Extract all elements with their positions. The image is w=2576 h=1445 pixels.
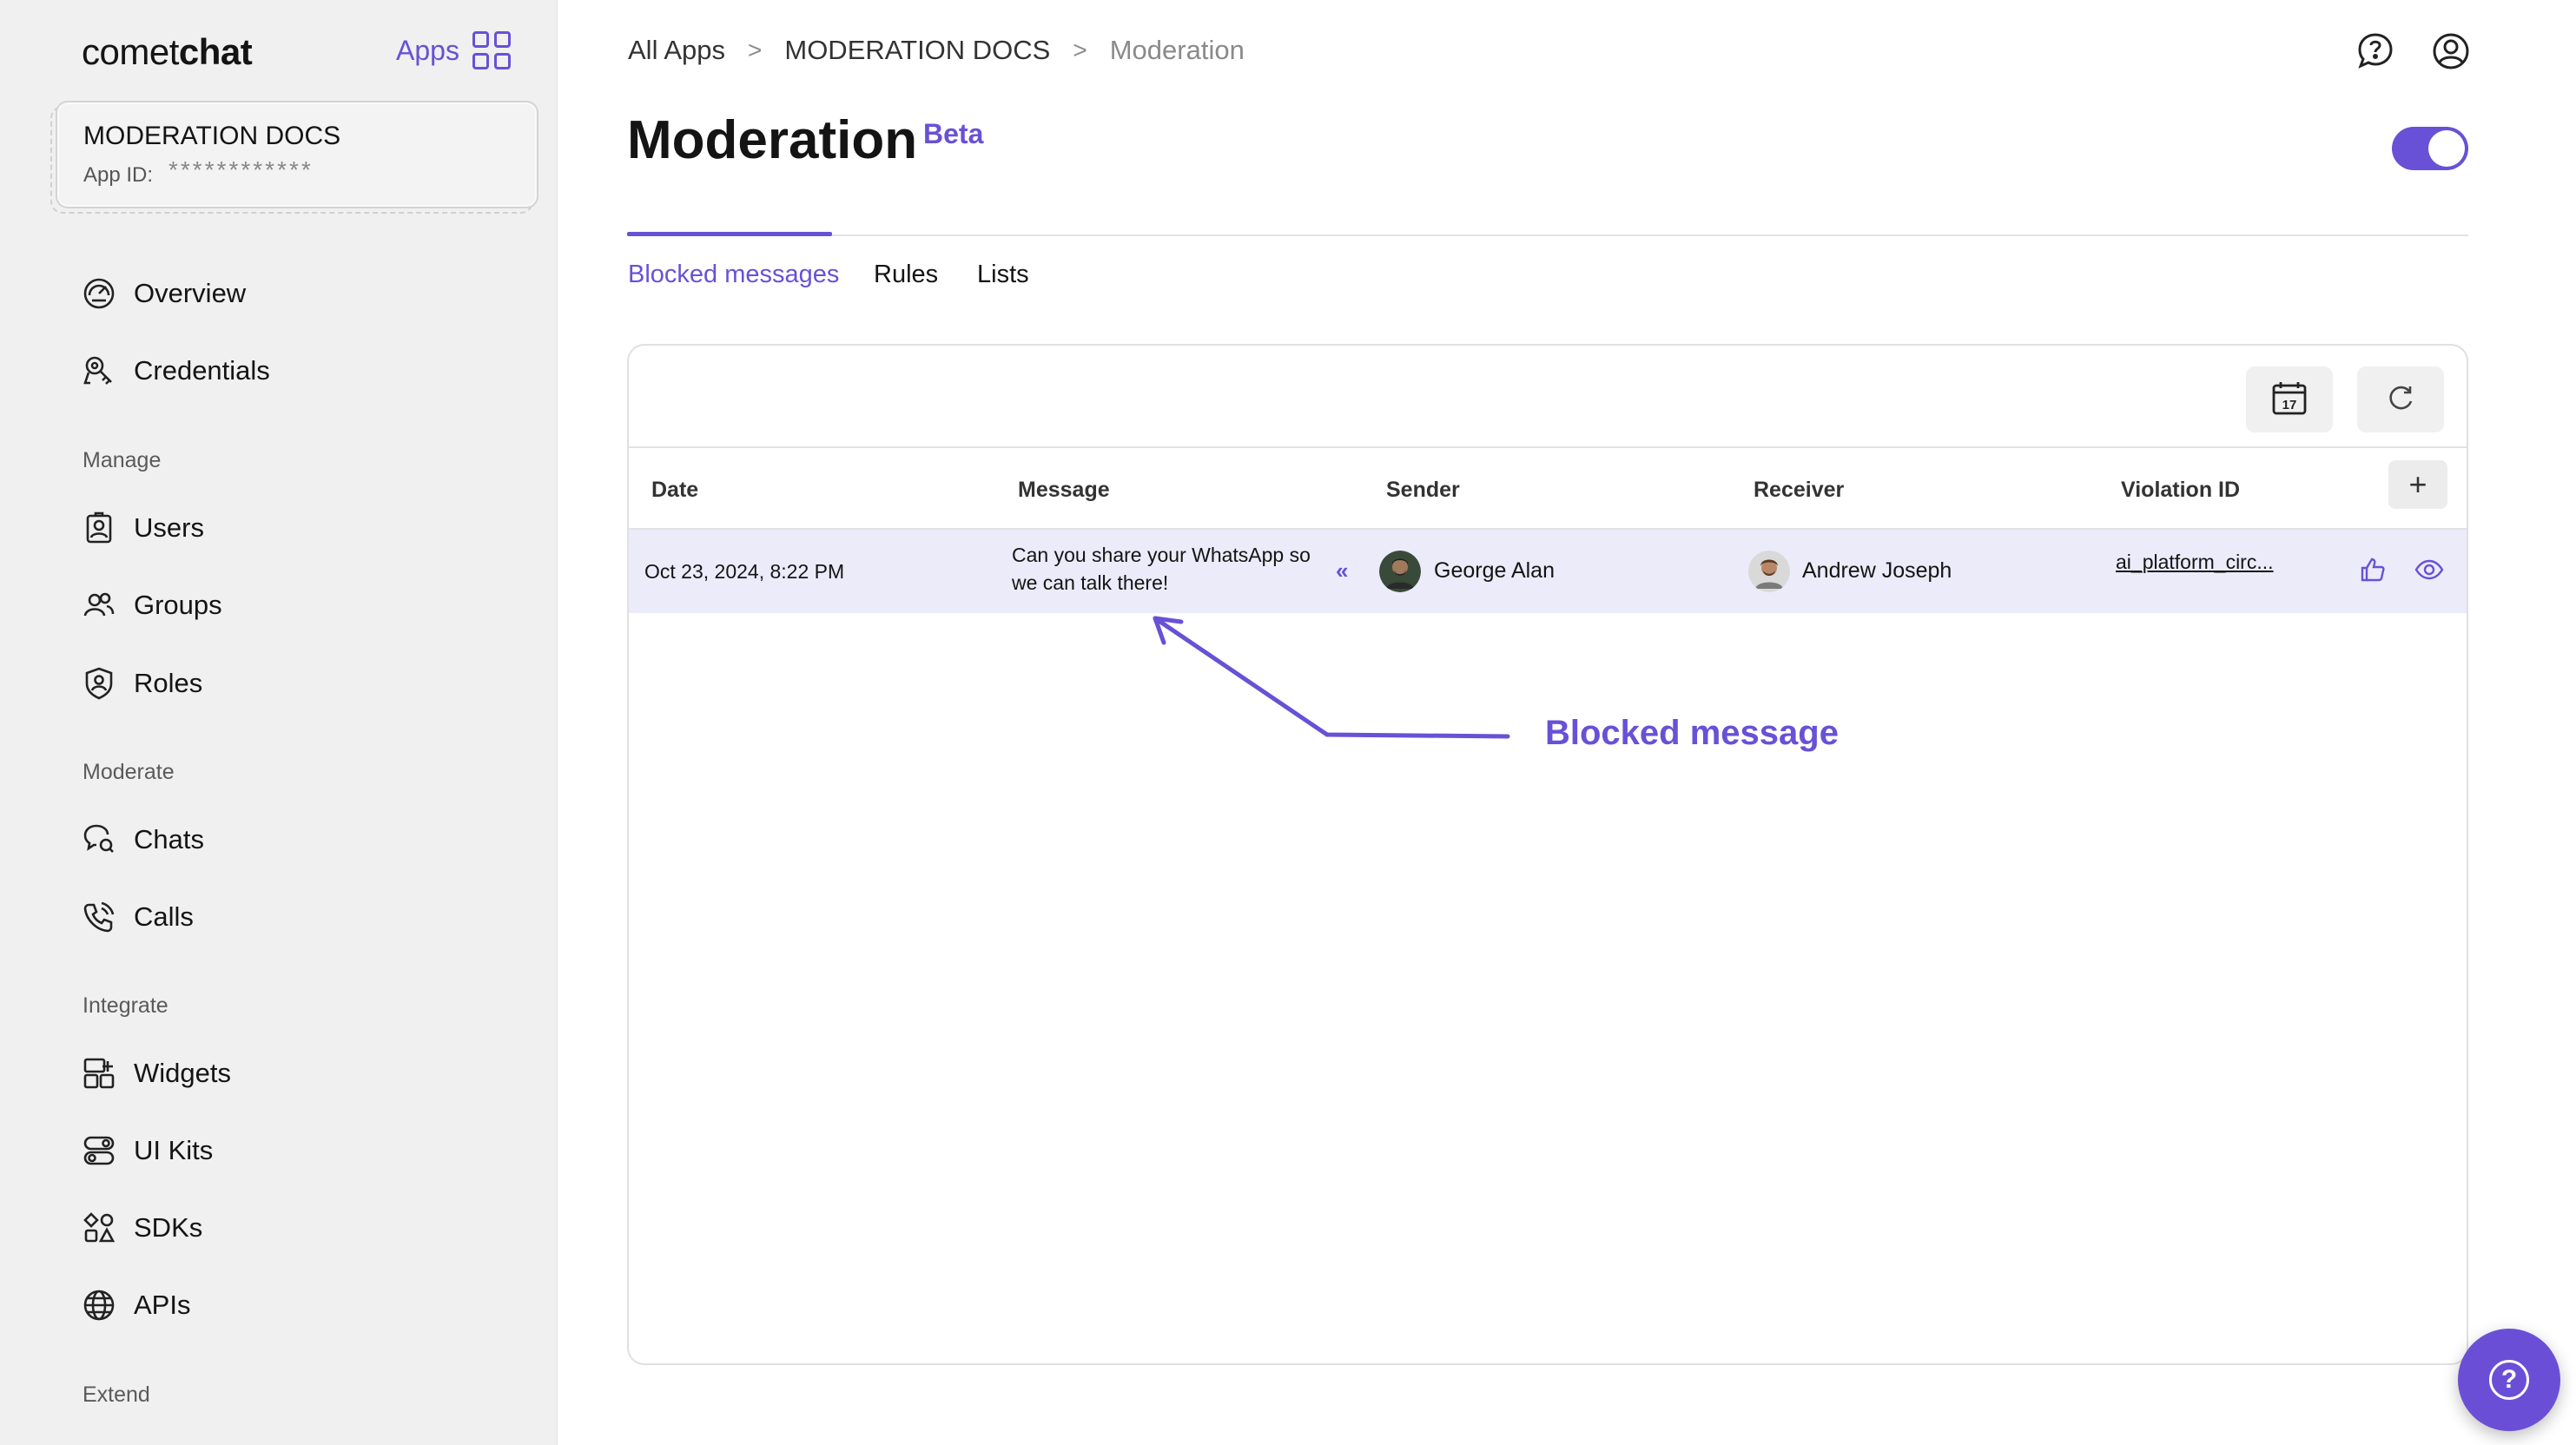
- widget-icon: [82, 1056, 116, 1091]
- app-id-label: App ID:: [83, 163, 154, 187]
- row-violation-id[interactable]: ai_platform_circ...: [2116, 551, 2274, 574]
- sidebar-item-label: Credentials: [134, 355, 270, 386]
- sidebar-item-users[interactable]: Users: [82, 507, 204, 549]
- chat-search-icon: [82, 822, 116, 857]
- sidebar-item-calls[interactable]: Calls: [82, 896, 194, 938]
- sidebar-item-apis[interactable]: APIs: [82, 1284, 190, 1326]
- sender-avatar: [1379, 551, 1421, 592]
- sidebar-item-label: Roles: [134, 668, 203, 698]
- active-tab-indicator: [627, 232, 832, 236]
- section-moderate: Moderate: [83, 760, 175, 784]
- annotation-arrow: [1153, 616, 1510, 739]
- column-sender[interactable]: Sender: [1386, 478, 1460, 503]
- users-icon: [82, 588, 116, 623]
- approve-thumbs-up-icon[interactable]: [2359, 556, 2387, 588]
- sidebar: cometchat Apps MODERATION DOCS App ID: *…: [0, 0, 558, 1445]
- breadcrumb-app[interactable]: MODERATION DOCS: [784, 35, 1050, 66]
- column-receiver[interactable]: Receiver: [1754, 478, 1844, 503]
- sidebar-item-label: APIs: [134, 1290, 191, 1320]
- column-date[interactable]: Date: [651, 478, 698, 503]
- toggle-knob: [2428, 130, 2465, 167]
- blocked-messages-panel: 17 Date Message Sender Receiver Violatio…: [627, 344, 2468, 1365]
- tabs-divider: [627, 234, 2468, 236]
- add-column-button[interactable]: +: [2388, 460, 2447, 509]
- sidebar-item-groups[interactable]: Groups: [82, 584, 222, 626]
- sidebar-item-widgets[interactable]: Widgets: [82, 1052, 231, 1094]
- refresh-button[interactable]: [2357, 366, 2444, 432]
- sidebar-item-label: Users: [134, 512, 204, 543]
- row-message-line-2: we can talk there!: [1012, 571, 1169, 594]
- sidebar-item-label: Chats: [134, 824, 204, 854]
- sidebar-item-label: SDKs: [134, 1212, 203, 1243]
- question-icon: ?: [2489, 1360, 2529, 1400]
- section-integrate: Integrate: [83, 993, 168, 1018]
- view-eye-icon[interactable]: [2414, 556, 2444, 588]
- refresh-icon: [2385, 382, 2416, 418]
- sidebar-item-ui-kits[interactable]: UI Kits: [82, 1130, 213, 1171]
- moderation-toggle[interactable]: [2392, 127, 2468, 170]
- sidebar-item-label: Overview: [134, 278, 247, 308]
- annotation-label: Blocked message: [1545, 714, 1839, 752]
- sidebar-item-label: Groups: [134, 590, 222, 620]
- sidebar-item-label: Widgets: [134, 1058, 231, 1088]
- app-card[interactable]: [56, 101, 538, 208]
- sidebar-item-credentials[interactable]: Credentials: [82, 350, 270, 392]
- cometchat-logo[interactable]: cometchat: [82, 31, 253, 73]
- sidebar-item-label: Calls: [134, 901, 194, 932]
- app-id-value[interactable]: ************: [168, 156, 314, 184]
- section-manage: Manage: [83, 448, 162, 472]
- section-extend: Extend: [83, 1382, 150, 1407]
- account-icon[interactable]: [2431, 31, 2471, 71]
- help-button[interactable]: ?: [2458, 1329, 2560, 1431]
- table-header: Date Message Sender Receiver Violation I…: [629, 446, 2467, 530]
- sidebar-item-chats[interactable]: Chats: [82, 819, 204, 861]
- row-receiver: Andrew Joseph: [1802, 558, 1952, 583]
- sidebar-item-roles[interactable]: Roles: [82, 663, 202, 704]
- sidebar-item-label: UI Kits: [134, 1135, 214, 1165]
- row-sender: George Alan: [1434, 558, 1555, 583]
- row-message-line-1: Can you share your WhatsApp so: [1012, 544, 1311, 566]
- tab-rules[interactable]: Rules: [874, 261, 938, 289]
- beta-badge: Beta: [923, 118, 984, 149]
- breadcrumb-separator: >: [1073, 36, 1087, 63]
- expand-message-button[interactable]: «: [1336, 558, 1348, 584]
- date-filter-button[interactable]: 17: [2246, 366, 2333, 432]
- breadcrumb-current: Moderation: [1109, 35, 1245, 65]
- breadcrumb-separator: >: [748, 36, 763, 63]
- help-chat-icon[interactable]: [2355, 31, 2395, 71]
- user-badge-icon: [82, 511, 116, 545]
- phone-icon: [82, 900, 116, 934]
- table-row[interactable]: Oct 23, 2024, 8:22 PM Can you share your…: [629, 530, 2467, 613]
- breadcrumb: All Apps > MODERATION DOCS > Moderation: [628, 35, 1245, 66]
- key-icon: [82, 353, 116, 388]
- sidebar-item-overview[interactable]: Overview: [82, 273, 246, 314]
- row-date: Oct 23, 2024, 8:22 PM: [644, 560, 845, 583]
- shield-user-icon: [82, 666, 116, 701]
- svg-text:17: 17: [2282, 398, 2297, 412]
- dashboard-gauge-icon: [82, 276, 116, 311]
- toggles-icon: [82, 1133, 116, 1168]
- globe-icon: [82, 1288, 116, 1323]
- app-name: MODERATION DOCS: [83, 122, 341, 150]
- apps-grid-icon[interactable]: [472, 31, 511, 69]
- tab-lists[interactable]: Lists: [977, 261, 1029, 289]
- blocks-icon: [82, 1211, 116, 1245]
- column-message[interactable]: Message: [1018, 478, 1110, 503]
- apps-link[interactable]: Apps: [396, 35, 459, 67]
- tab-blocked-messages[interactable]: Blocked messages: [628, 261, 839, 289]
- breadcrumb-all-apps[interactable]: All Apps: [628, 35, 725, 66]
- receiver-avatar: [1748, 551, 1790, 592]
- page-title: Moderation: [627, 110, 918, 170]
- sidebar-item-sdks[interactable]: SDKs: [82, 1207, 202, 1249]
- column-violation-id[interactable]: Violation ID: [2121, 478, 2240, 503]
- calendar-icon: 17: [2270, 379, 2308, 421]
